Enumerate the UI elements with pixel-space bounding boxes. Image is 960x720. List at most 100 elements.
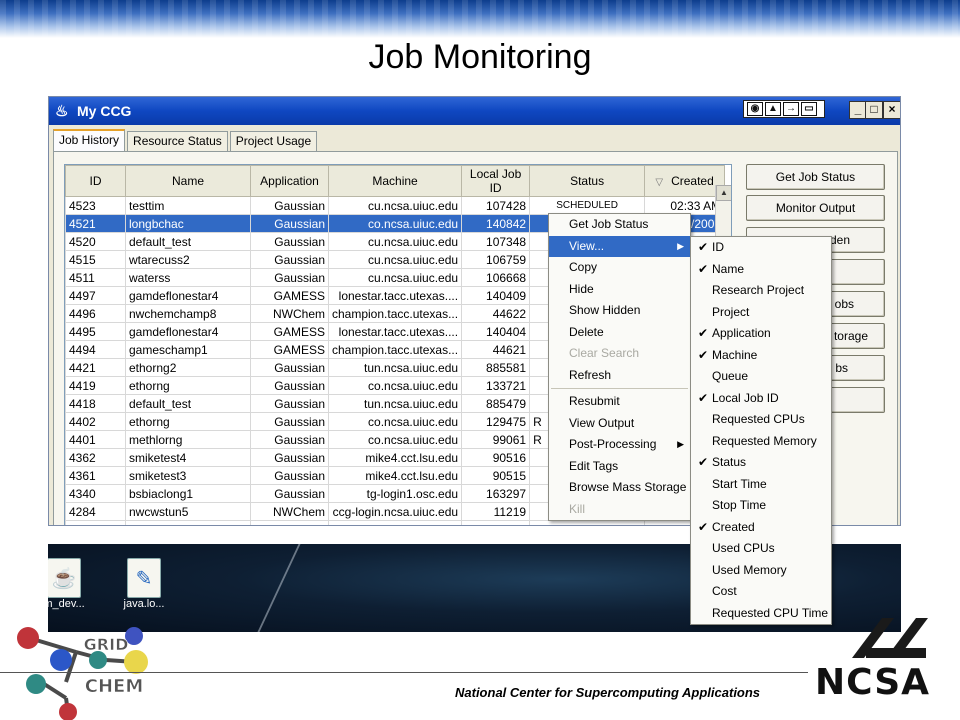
cell-local-job-id: 129475 — [461, 412, 531, 431]
column-toggle-id[interactable]: ✔ ID — [691, 237, 831, 259]
column-toggle-requested-cpus[interactable]: Requested CPUs — [691, 409, 831, 431]
cell-id: 4523 — [65, 196, 126, 215]
column-toggle-requested-cpu-time[interactable]: Requested CPU Time — [691, 603, 831, 625]
cell-local-job-id: 885581 — [461, 358, 531, 377]
menu-item-view[interactable]: View... ▶ — [549, 235, 690, 257]
menu-item-label: Get Job Status — [569, 217, 649, 231]
gridchem-logo-text-grid: GRID — [84, 635, 129, 654]
column-header-application[interactable]: Application — [250, 165, 329, 197]
menu-item-post-processing[interactable]: Post-Processing ▶ — [549, 434, 690, 456]
close-button[interactable]: × — [883, 101, 900, 119]
menu-item-label: Copy — [569, 260, 598, 274]
menu-item-view-output[interactable]: View Output — [549, 413, 690, 435]
cell-machine: co.ncsa.uiuc.edu — [327, 376, 463, 395]
menu-item-label: Requested CPU Time — [712, 605, 829, 620]
menu-item-label: Start Time — [712, 476, 767, 491]
column-toggle-used-cpus[interactable]: Used CPUs — [691, 538, 831, 560]
cell-id: 4497 — [65, 286, 126, 305]
desktop-icon-label: m_dev... — [48, 598, 85, 610]
column-header-status[interactable]: Status — [529, 165, 646, 197]
cell-local-job-id: 79300 — [461, 520, 531, 525]
cell-application: Gaussian — [250, 214, 329, 233]
column-toggle-created[interactable]: ✔ Created — [691, 517, 831, 539]
column-header-local-job-id[interactable]: Local Job ID — [461, 165, 531, 197]
cell-machine: co.ncsa.uiuc.edu — [327, 412, 463, 431]
cell-id: 4361 — [65, 466, 126, 485]
cell-application: Gaussian — [250, 484, 329, 503]
desktop-icon-java[interactable]: ☕ m_dev... — [48, 558, 94, 610]
column-toggle-local-job-id[interactable]: ✔ Local Job ID — [691, 388, 831, 410]
menu-item-get-job-status[interactable]: Get Job Status — [549, 214, 690, 236]
column-toggle-name[interactable]: ✔ Name — [691, 259, 831, 281]
menu-item-kill[interactable]: Kill — [549, 499, 690, 521]
menu-item-refresh[interactable]: Refresh — [549, 365, 690, 387]
menu-item-hide[interactable]: Hide — [549, 279, 690, 301]
column-toggle-used-memory[interactable]: Used Memory — [691, 560, 831, 582]
column-header-name[interactable]: Name — [125, 165, 251, 197]
cell-local-job-id: 44621 — [461, 340, 531, 359]
camera-icon[interactable]: ◉ — [747, 102, 763, 116]
menu-item-delete[interactable]: Delete — [549, 322, 690, 344]
cell-machine: cu.ncsa.uiuc.edu — [327, 196, 463, 215]
desktop-icon-java-log[interactable]: ✎ java.lo... — [114, 558, 174, 610]
column-toggle-requested-memory[interactable]: Requested Memory — [691, 431, 831, 453]
monitor-output-button[interactable]: Monitor Output — [746, 195, 885, 221]
column-toggle-status[interactable]: ✔ Status — [691, 452, 831, 474]
table-row[interactable]: 4267wsmwnwchtestNWChemcu.ncsa.uiuc.edu79… — [65, 520, 726, 525]
tab-job-history[interactable]: Job History — [53, 129, 126, 151]
column-toggle-application[interactable]: ✔ Application — [691, 323, 831, 345]
cell-application: Gaussian — [250, 466, 329, 485]
menu-item-edit-tags[interactable]: Edit Tags — [549, 456, 690, 478]
cell-application: NWChem — [250, 502, 329, 521]
menu-item-label: View Output — [569, 415, 635, 430]
menu-item-resubmit[interactable]: Resubmit — [549, 391, 690, 413]
menu-item-browse-mass-storage[interactable]: Browse Mass Storage — [549, 477, 690, 499]
scroll-up-arrow-icon[interactable]: ▲ — [716, 185, 731, 201]
cell-machine: co.ncsa.uiuc.edu — [327, 214, 463, 233]
maximize-button[interactable]: □ — [865, 101, 883, 119]
menu-item-label: Hide — [569, 281, 594, 296]
column-toggle-project[interactable]: Project — [691, 302, 831, 324]
column-header-machine[interactable]: Machine — [327, 165, 463, 197]
cell-local-job-id: 106759 — [461, 250, 531, 269]
cell-id: 4267 — [65, 520, 126, 525]
column-toggle-machine[interactable]: ✔ Machine — [691, 345, 831, 367]
column-toggle-stop-time[interactable]: Stop Time — [691, 495, 831, 517]
column-header-created[interactable]: ▽ Created — [644, 165, 726, 197]
menu-item-label: Post-Processing — [569, 437, 657, 451]
column-toggle-research-project[interactable]: Research Project — [691, 280, 831, 302]
cell-local-job-id: 885479 — [461, 394, 531, 413]
desktop-icon-label: java.lo... — [123, 598, 165, 610]
table-row[interactable]: 4523 testtim Gaussian cu.ncsa.uiuc.edu 10742… — [65, 196, 726, 215]
window-icon[interactable]: ▭ — [801, 102, 817, 116]
cell-id: 4495 — [65, 322, 126, 341]
cell-id: 4418 — [65, 394, 126, 413]
pin-icon[interactable]: ▲ — [765, 102, 781, 116]
cell-name: wtarecuss2 — [125, 250, 251, 269]
menu-item-show-hidden[interactable]: Show Hidden — [549, 300, 690, 322]
cell-name: wsmwnwchtest — [125, 520, 251, 525]
cell-name: ethorng — [125, 412, 251, 431]
column-toggle-queue[interactable]: Queue — [691, 366, 831, 388]
column-header-id[interactable]: ID — [65, 165, 126, 197]
checkmark-icon: ✔ — [698, 347, 709, 362]
menu-item-copy[interactable]: Copy — [549, 257, 690, 279]
export-icon[interactable]: → — [783, 102, 799, 116]
menu-item-label: Resubmit — [569, 394, 620, 408]
column-toggle-cost[interactable]: Cost — [691, 581, 831, 603]
view-columns-submenu: ✔ ID ✔ Name Research Project Project ✔ Applicat… — [690, 236, 832, 625]
cell-id: 4520 — [65, 232, 126, 251]
cell-name: nwchemchamp8 — [125, 304, 251, 323]
cell-machine: co.ncsa.uiuc.edu — [327, 430, 463, 449]
tab-resource-status[interactable]: Resource Status — [127, 131, 228, 151]
menu-item-clear-search[interactable]: Clear Search — [549, 343, 690, 365]
tab-project-usage[interactable]: Project Usage — [229, 131, 318, 151]
cell-local-job-id: 133721 — [461, 376, 531, 395]
cell-status — [529, 520, 646, 525]
cell-name: longbchac — [125, 214, 251, 233]
window-titlebar[interactable]: ♨ My CCG ◉ ▲ → ▭ _ □ × — [49, 97, 900, 125]
menu-item-label: Used CPUs — [712, 541, 775, 555]
column-toggle-start-time[interactable]: Start Time — [691, 474, 831, 496]
get-job-status-button[interactable]: Get Job Status — [746, 164, 885, 190]
gridchem-logo-text-chem: CHEM — [85, 676, 143, 697]
